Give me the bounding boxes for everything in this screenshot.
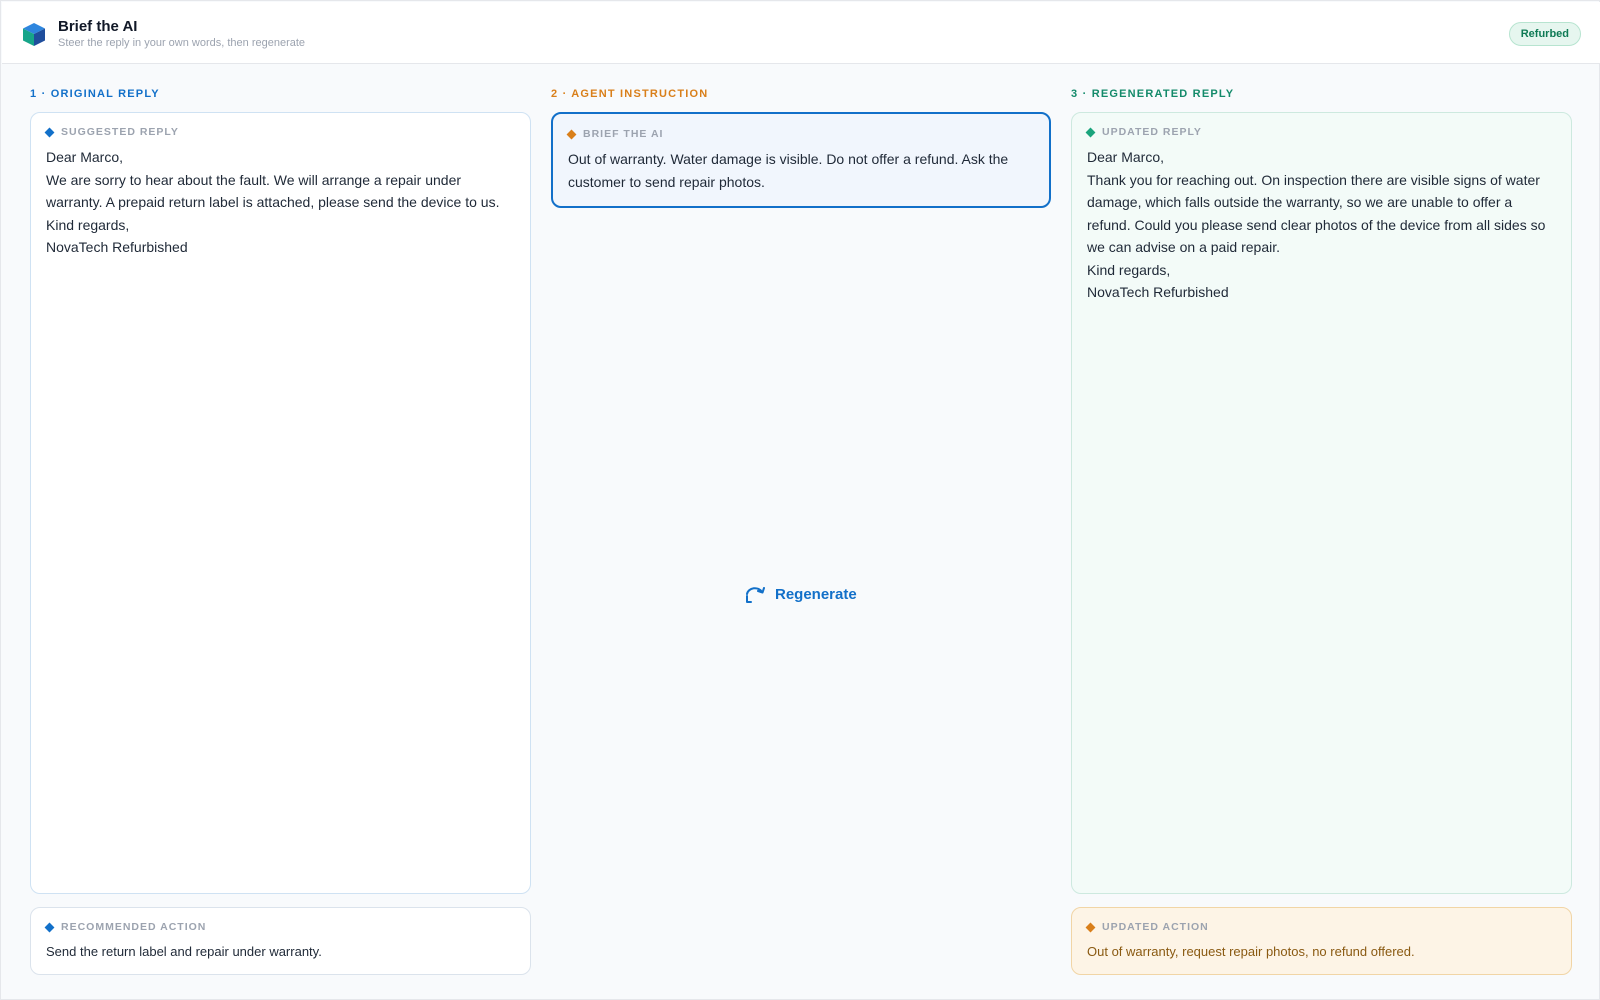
reply-line: NovaTech Refurbished bbox=[46, 239, 188, 255]
app-title: Brief the AI bbox=[58, 18, 138, 35]
recommended-action-label: RECOMMENDED ACTION bbox=[44, 921, 207, 933]
recommended-action-text: Send the return label and repair under w… bbox=[46, 944, 322, 959]
refresh-icon bbox=[746, 587, 765, 603]
updated-action-text: Out of warranty, request repair photos, … bbox=[1087, 944, 1415, 959]
diamond-icon bbox=[566, 129, 577, 139]
diamond-icon bbox=[44, 127, 55, 137]
reply-line: Kind regards, bbox=[46, 216, 130, 233]
diamond-icon bbox=[44, 922, 55, 932]
brief-the-ai-label: BRIEF THE AI bbox=[566, 128, 664, 140]
agent-instruction-heading: 2 · AGENT INSTRUCTION bbox=[551, 88, 709, 100]
app-header: Brief the AI Steer the reply in your own… bbox=[2, 2, 1600, 64]
diamond-icon bbox=[1085, 127, 1096, 137]
app-frame: Brief the AI Steer the reply in your own… bbox=[0, 0, 1600, 1000]
updated-reply-text: Dear Marco, Thank you for reaching out. … bbox=[1087, 146, 1556, 304]
regenerated-reply-heading: 3 · REGENERATED REPLY bbox=[1071, 88, 1235, 100]
reply-line: We are sorry to hear about the fault. We… bbox=[46, 171, 500, 211]
app-subtitle: Steer the reply in your own words, then … bbox=[58, 37, 306, 49]
regenerate-button[interactable]: Regenerate bbox=[744, 585, 857, 603]
brief-the-ai-label-text: BRIEF THE AI bbox=[583, 128, 664, 140]
diamond-icon bbox=[1085, 922, 1096, 932]
updated-action-label: UPDATED ACTION bbox=[1085, 921, 1209, 933]
regenerate-label: Regenerate bbox=[775, 585, 857, 603]
reply-line: Dear Marco, bbox=[46, 149, 124, 165]
reply-line: Kind regards, bbox=[1087, 261, 1171, 278]
cube-logo-icon bbox=[23, 23, 45, 46]
updated-reply-card: UPDATED REPLY Dear Marco, Thank you for … bbox=[1071, 112, 1572, 894]
suggested-reply-text: Dear Marco, We are sorry to hear about t… bbox=[46, 146, 515, 259]
updated-reply-label-text: UPDATED REPLY bbox=[1102, 126, 1202, 138]
instruction-input[interactable]: Out of warranty. Water damage is visible… bbox=[568, 148, 1034, 193]
updated-reply-label: UPDATED REPLY bbox=[1085, 126, 1202, 138]
suggested-reply-label-text: SUGGESTED REPLY bbox=[61, 126, 179, 138]
suggested-reply-label: SUGGESTED REPLY bbox=[44, 126, 179, 138]
brief-the-ai-card[interactable]: BRIEF THE AI Out of warranty. Water dama… bbox=[551, 112, 1051, 208]
recommended-action-card: RECOMMENDED ACTION Send the return label… bbox=[30, 907, 531, 975]
recommended-action-label-text: RECOMMENDED ACTION bbox=[61, 921, 207, 933]
brand-badge: Refurbed bbox=[1508, 22, 1581, 46]
reply-line: Thank you for reaching out. On inspectio… bbox=[1087, 171, 1546, 256]
updated-action-card: UPDATED ACTION Out of warranty, request … bbox=[1071, 907, 1572, 975]
suggested-reply-card: SUGGESTED REPLY Dear Marco, We are sorry… bbox=[30, 112, 531, 894]
updated-action-label-text: UPDATED ACTION bbox=[1102, 921, 1209, 933]
original-reply-heading: 1 · ORIGINAL REPLY bbox=[30, 88, 160, 100]
reply-line: NovaTech Refurbished bbox=[1087, 284, 1229, 300]
reply-line: Dear Marco, bbox=[1087, 149, 1165, 165]
